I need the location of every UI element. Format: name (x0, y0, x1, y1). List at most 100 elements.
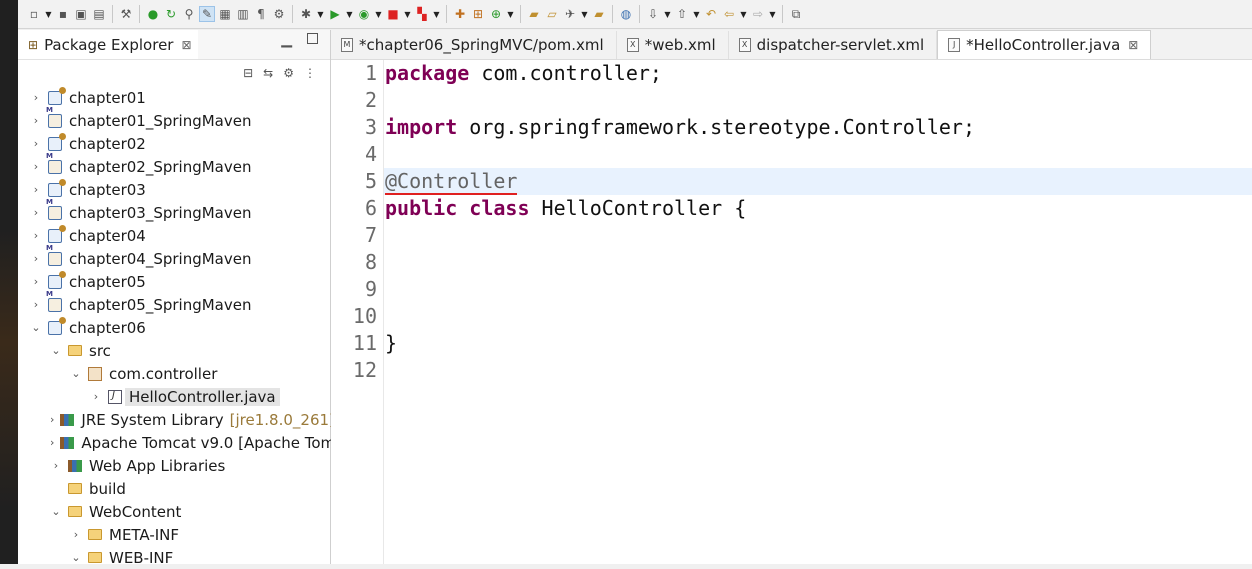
code-line[interactable]: import org.springframework.stereotype.Co… (384, 114, 1252, 141)
chevron-right-icon[interactable]: › (30, 206, 42, 219)
code-line[interactable] (384, 303, 1252, 330)
code-line[interactable]: @Controller (384, 168, 1252, 195)
stop-icon[interactable]: ■ (385, 6, 401, 22)
new-package-icon[interactable]: ⊞ (470, 6, 486, 22)
chevron-right-icon[interactable]: › (50, 436, 54, 449)
run-external-icon[interactable]: ◉ (356, 6, 372, 22)
block-icon[interactable]: ▥ (235, 6, 251, 22)
save-all-icon[interactable]: ▣ (73, 6, 89, 22)
chevron-right-icon[interactable]: › (30, 91, 42, 104)
chevron-right-icon[interactable]: › (30, 160, 42, 173)
code-editor[interactable]: 1 2 3 4 5 6 7 8 9 10 11 12 package com.controller; i… (331, 60, 1252, 564)
chevron-right-icon[interactable]: › (30, 137, 42, 150)
run-server-icon[interactable]: ● (145, 6, 161, 22)
package-explorer-tab[interactable]: ⊞ Package Explorer ⊠ (18, 30, 198, 59)
code-line[interactable]: package com.controller; (384, 60, 1252, 87)
editor-tab[interactable]: J *HelloController.java ⊠ (937, 30, 1152, 59)
tree-item[interactable]: › JRE System Library [jre1.8.0_261] (18, 408, 335, 431)
tree-item[interactable]: › chapter05 (18, 270, 330, 293)
code-line[interactable] (384, 276, 1252, 303)
filters-icon[interactable]: ⚙ (283, 66, 294, 80)
chevron-right-icon[interactable]: › (50, 459, 62, 472)
chevron-down-icon[interactable]: ⌄ (30, 321, 42, 334)
prev-annotation-icon[interactable]: ⇧ (674, 6, 690, 22)
editor-tab[interactable]: X *web.xml (617, 31, 729, 59)
tree-item[interactable]: › Apache Tomcat v9.0 [Apache Tomc (18, 431, 343, 454)
chevron-right-icon[interactable]: › (30, 275, 42, 288)
tree-item[interactable]: ⌄ WebContent (18, 500, 330, 523)
tree-item[interactable]: ⌄ com.controller (18, 362, 330, 385)
code-lines[interactable]: package com.controller; import org.spring… (384, 60, 1252, 384)
tree-item[interactable]: › chapter04_SpringMaven (18, 244, 330, 270)
chevron-right-icon[interactable]: › (90, 390, 102, 403)
chevron-right-icon[interactable]: › (30, 298, 42, 311)
code-line[interactable] (384, 357, 1252, 384)
wrench-icon[interactable]: ⚒ (118, 6, 134, 22)
folder-icon[interactable]: ▰ (591, 6, 607, 22)
chevron-right-icon[interactable]: › (30, 114, 42, 127)
tree-item[interactable]: › Web App Libraries (18, 454, 330, 477)
chevron-down-icon[interactable]: ⌄ (50, 505, 62, 518)
tree-item[interactable]: › chapter01 (18, 86, 330, 109)
code-line[interactable] (384, 141, 1252, 168)
back-icon[interactable]: ⇦ (721, 6, 737, 22)
next-annotation-icon[interactable]: ⇩ (645, 6, 661, 22)
maximize-icon[interactable] (307, 33, 318, 44)
link-with-editor-icon[interactable]: ⇆ (263, 66, 273, 80)
chevron-down-icon[interactable]: ⌄ (70, 367, 82, 380)
tree-item[interactable]: build (18, 477, 330, 500)
close-icon[interactable]: ⊠ (181, 38, 191, 52)
refresh-icon[interactable]: ↻ (163, 6, 179, 22)
run-icon[interactable]: ▶ (327, 6, 343, 22)
tree-item[interactable]: › chapter03_SpringMaven (18, 198, 330, 224)
code-line[interactable] (384, 87, 1252, 114)
dropdown-icon[interactable]: ▼ (44, 6, 53, 22)
forward-icon[interactable]: ⇨ (750, 6, 766, 22)
flow-icon[interactable]: ⚙ (271, 6, 287, 22)
terminate-icon[interactable]: ▚ (414, 6, 430, 22)
code-line[interactable] (384, 249, 1252, 276)
tree-item[interactable]: › chapter02 (18, 132, 330, 155)
new-icon[interactable]: ▫ (26, 6, 42, 22)
chevron-right-icon[interactable]: › (50, 413, 54, 426)
new-class-icon[interactable]: ✚ (452, 6, 468, 22)
tree-item[interactable]: › chapter04 (18, 224, 330, 247)
collapse-all-icon[interactable]: ⊟ (243, 66, 253, 80)
chevron-right-icon[interactable]: › (30, 229, 42, 242)
tree-item[interactable]: › META-INF (18, 523, 330, 546)
open-type-icon[interactable]: ▰ (526, 6, 542, 22)
chevron-right-icon[interactable]: › (30, 252, 42, 265)
pin-icon[interactable]: ⚲ (181, 6, 197, 22)
chevron-right-icon[interactable]: › (30, 183, 42, 196)
tree-item[interactable]: › chapter02_SpringMaven (18, 152, 330, 178)
save-icon[interactable]: ▪ (55, 6, 71, 22)
tree-item[interactable]: › chapter01_SpringMaven (18, 106, 330, 132)
debug-icon[interactable]: ✱ (298, 6, 314, 22)
tree-item[interactable]: › HelloController.java (18, 385, 330, 408)
tree-item[interactable]: ⌄ chapter06 (18, 316, 330, 339)
tree-item[interactable]: › chapter05_SpringMaven (18, 290, 330, 316)
outline-icon[interactable]: ▦ (217, 6, 233, 22)
tree-item[interactable]: › chapter03 (18, 178, 330, 201)
highlight-icon[interactable]: ✎ (199, 6, 215, 22)
print-icon[interactable]: ▤ (91, 6, 107, 22)
search-tool-icon[interactable]: ✈ (562, 6, 578, 22)
open-folder-icon[interactable]: ▱ (544, 6, 560, 22)
editor-tab[interactable]: Xdispatcher-servlet.xml (729, 31, 938, 59)
tree-item[interactable]: ⌄ WEB-INF (18, 546, 330, 569)
close-tab-icon[interactable]: ⊠ (1128, 38, 1138, 52)
minimize-icon[interactable]: ▁ (281, 32, 292, 48)
pilcrow-icon[interactable]: ¶ (253, 6, 269, 22)
last-edit-icon[interactable]: ↶ (703, 6, 719, 22)
tree-item[interactable]: ⌄ src (18, 339, 330, 362)
chevron-right-icon[interactable]: › (70, 528, 82, 541)
chevron-down-icon[interactable]: ⌄ (50, 344, 62, 357)
chevron-down-icon[interactable]: ⌄ (70, 551, 82, 564)
code-line[interactable] (384, 222, 1252, 249)
editor-tab[interactable]: M *chapter06_SpringMVC/pom.xml (331, 31, 617, 59)
globe-icon[interactable]: ◍ (618, 6, 634, 22)
view-menu-icon[interactable]: ⋮ (304, 66, 316, 80)
code-line[interactable]: public class HelloController { (384, 195, 1252, 222)
code-line[interactable]: } (384, 330, 1252, 357)
perspective-icon[interactable]: ⧉ (788, 6, 804, 22)
